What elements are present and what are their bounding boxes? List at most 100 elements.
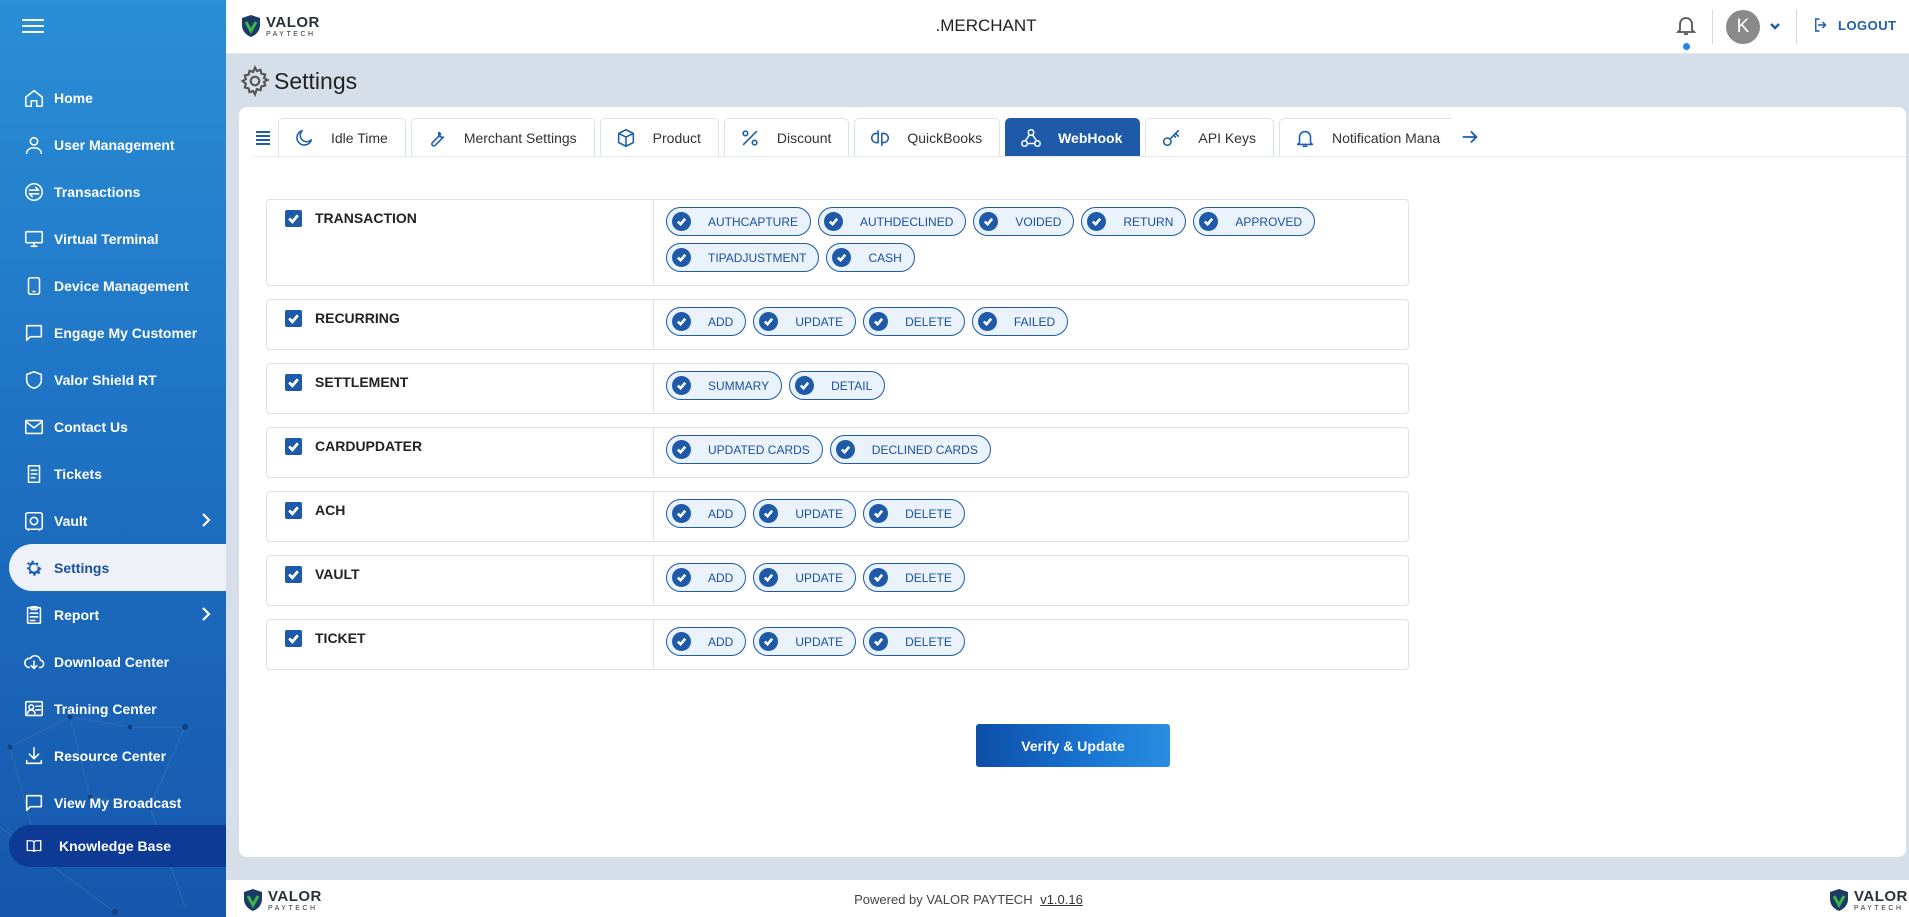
event-chip-label: FAILED [1013, 314, 1056, 329]
sidebar-item-label: Engage My Customer [54, 324, 198, 341]
tab-notification-management[interactable]: Notification Mana [1278, 118, 1452, 156]
category-checkbox[interactable] [285, 630, 302, 647]
chevron-right-icon[interactable] [198, 605, 214, 623]
event-chip-label: VOIDED [1015, 214, 1062, 229]
event-chip[interactable]: FAILED [971, 307, 1069, 336]
sidebar: Home User Management Transactions Virtua… [0, 0, 226, 917]
category-checkbox[interactable] [285, 566, 302, 583]
check-circle-icon [672, 248, 691, 267]
tab-webhook[interactable]: WebHook [1005, 118, 1141, 156]
category-label: CARDUPDATER [315, 438, 423, 454]
event-chip[interactable]: ADD [666, 563, 747, 592]
webhook-list: TRANSACTION AUTHCAPTURE AUTHDECLINED VOIDED… [266, 199, 1409, 683]
tab-api-keys[interactable]: API Keys [1145, 118, 1274, 156]
tab-product[interactable]: Product [599, 118, 719, 156]
event-chip[interactable]: ADD [666, 307, 747, 336]
chevron-right-icon[interactable] [198, 511, 214, 529]
tab-discount[interactable]: Discount [723, 118, 850, 156]
menu-toggle-icon[interactable] [22, 15, 44, 37]
webhook-row: SETTLEMENT SUMMARY DETAIL [266, 363, 1409, 414]
sidebar-item-engage-my-customer[interactable]: Engage My Customer [0, 309, 226, 356]
event-chip[interactable]: CASH [826, 243, 915, 272]
category-label: VAULT [315, 566, 360, 582]
sidebar-item-settings[interactable]: Settings [9, 544, 226, 591]
logout-button[interactable]: LOGOUT [1812, 16, 1897, 34]
event-chip[interactable]: VOIDED [973, 207, 1075, 236]
sidebar-item-user-management[interactable]: User Management [0, 121, 226, 168]
event-chip[interactable]: AUTHDECLINED [818, 207, 967, 236]
sidebar-item-tickets[interactable]: Tickets [0, 450, 226, 497]
event-chip[interactable]: DELETE [863, 307, 965, 336]
category-checkbox[interactable] [285, 502, 302, 519]
sidebar-item-view-my-broadcast[interactable]: View My Broadcast [0, 779, 226, 826]
event-chip[interactable]: ADD [666, 499, 747, 528]
check-circle-icon [672, 632, 691, 651]
event-chip[interactable]: DECLINED CARDS [829, 435, 991, 464]
chat-icon [22, 321, 46, 345]
sidebar-nav: Home User Management Transactions Virtua… [0, 74, 226, 826]
divider [1796, 10, 1797, 44]
percent-icon [742, 129, 758, 146]
version-link[interactable]: v1.0.16 [1040, 892, 1083, 907]
sidebar-item-device-management[interactable]: Device Management [0, 262, 226, 309]
event-chips: AUTHCAPTURE AUTHDECLINED VOIDED RETURN APPRO… [654, 200, 1408, 285]
download-icon [22, 744, 46, 768]
sidebar-item-label: Training Center [54, 700, 157, 717]
event-chip[interactable]: SUMMARY [666, 371, 783, 400]
sidebar-item-contact-us[interactable]: Contact Us [0, 403, 226, 450]
notification-bell-icon[interactable] [1674, 13, 1700, 50]
event-chip[interactable]: DETAIL [789, 371, 886, 400]
event-chip[interactable]: DELETE [863, 499, 965, 528]
check-circle-icon [672, 376, 691, 395]
sidebar-item-report[interactable]: Report [0, 591, 226, 638]
sidebar-item-training-center[interactable]: Training Center [0, 685, 226, 732]
wrench-icon [430, 131, 445, 147]
sidebar-item-download-center[interactable]: Download Center [0, 638, 226, 685]
event-chip[interactable]: UPDATED CARDS [666, 435, 823, 464]
sidebar-item-vault[interactable]: Vault [0, 497, 226, 544]
avatar[interactable]: K [1726, 10, 1760, 44]
footer: VALOR PAYTECH Powered by VALOR PAYTECH v1… [226, 880, 1909, 917]
event-chip-label: UPDATE [795, 634, 844, 649]
tab-quickbooks[interactable]: QuickBooks [854, 118, 1001, 156]
logo-subtext: PAYTECH [1854, 904, 1904, 912]
arrow-right-icon[interactable] [1457, 118, 1483, 156]
tab-idle-time[interactable]: Idle Time [278, 118, 406, 156]
event-chip-label: ADD [708, 634, 734, 649]
tab-list-menu-icon[interactable] [252, 118, 274, 156]
event-chip[interactable]: DELETE [863, 563, 965, 592]
event-chip[interactable]: TIPADJUSTMENT [666, 243, 820, 272]
vault-icon [22, 509, 46, 533]
sidebar-item-label: Virtual Terminal [54, 230, 159, 247]
event-chip[interactable]: UPDATE [753, 563, 857, 592]
sidebar-item-resource-center[interactable]: Resource Center [0, 732, 226, 779]
sidebar-item-home[interactable]: Home [0, 74, 226, 121]
valor-logo: VALOR PAYTECH [1828, 888, 1908, 912]
verify-update-button[interactable]: Verify & Update [976, 724, 1170, 767]
event-chip[interactable]: APPROVED [1193, 207, 1316, 236]
sidebar-item-virtual-terminal[interactable]: Virtual Terminal [0, 215, 226, 262]
knowledge-base-button[interactable]: Knowledge Base [9, 825, 226, 867]
tab-label: Discount [776, 129, 832, 146]
event-chip[interactable]: UPDATE [753, 307, 857, 336]
chevron-down-icon[interactable] [1768, 19, 1782, 33]
event-chip[interactable]: UPDATE [753, 627, 857, 656]
sidebar-item-label: User Management [54, 136, 175, 153]
event-chip[interactable]: DELETE [863, 627, 965, 656]
event-chip[interactable]: ADD [666, 627, 747, 656]
event-chip[interactable]: UPDATE [753, 499, 857, 528]
broadcast-icon [22, 791, 46, 815]
category-checkbox[interactable] [285, 210, 302, 227]
event-chip[interactable]: RETURN [1081, 207, 1187, 236]
quickbooks-icon [871, 129, 890, 146]
sidebar-item-valor-shield-rt[interactable]: Valor Shield RT [0, 356, 226, 403]
category-checkbox[interactable] [285, 374, 302, 391]
event-chip-label: DETAIL [831, 378, 873, 393]
event-chip[interactable]: AUTHCAPTURE [666, 207, 812, 236]
category-checkbox[interactable] [285, 310, 302, 327]
knowledge-base-label: Knowledge Base [59, 838, 172, 854]
tab-merchant-settings[interactable]: Merchant Settings [410, 118, 595, 156]
sidebar-item-transactions[interactable]: Transactions [0, 168, 226, 215]
powered-by-text: Powered by VALOR PAYTECH [854, 892, 1033, 907]
category-checkbox[interactable] [285, 438, 302, 455]
